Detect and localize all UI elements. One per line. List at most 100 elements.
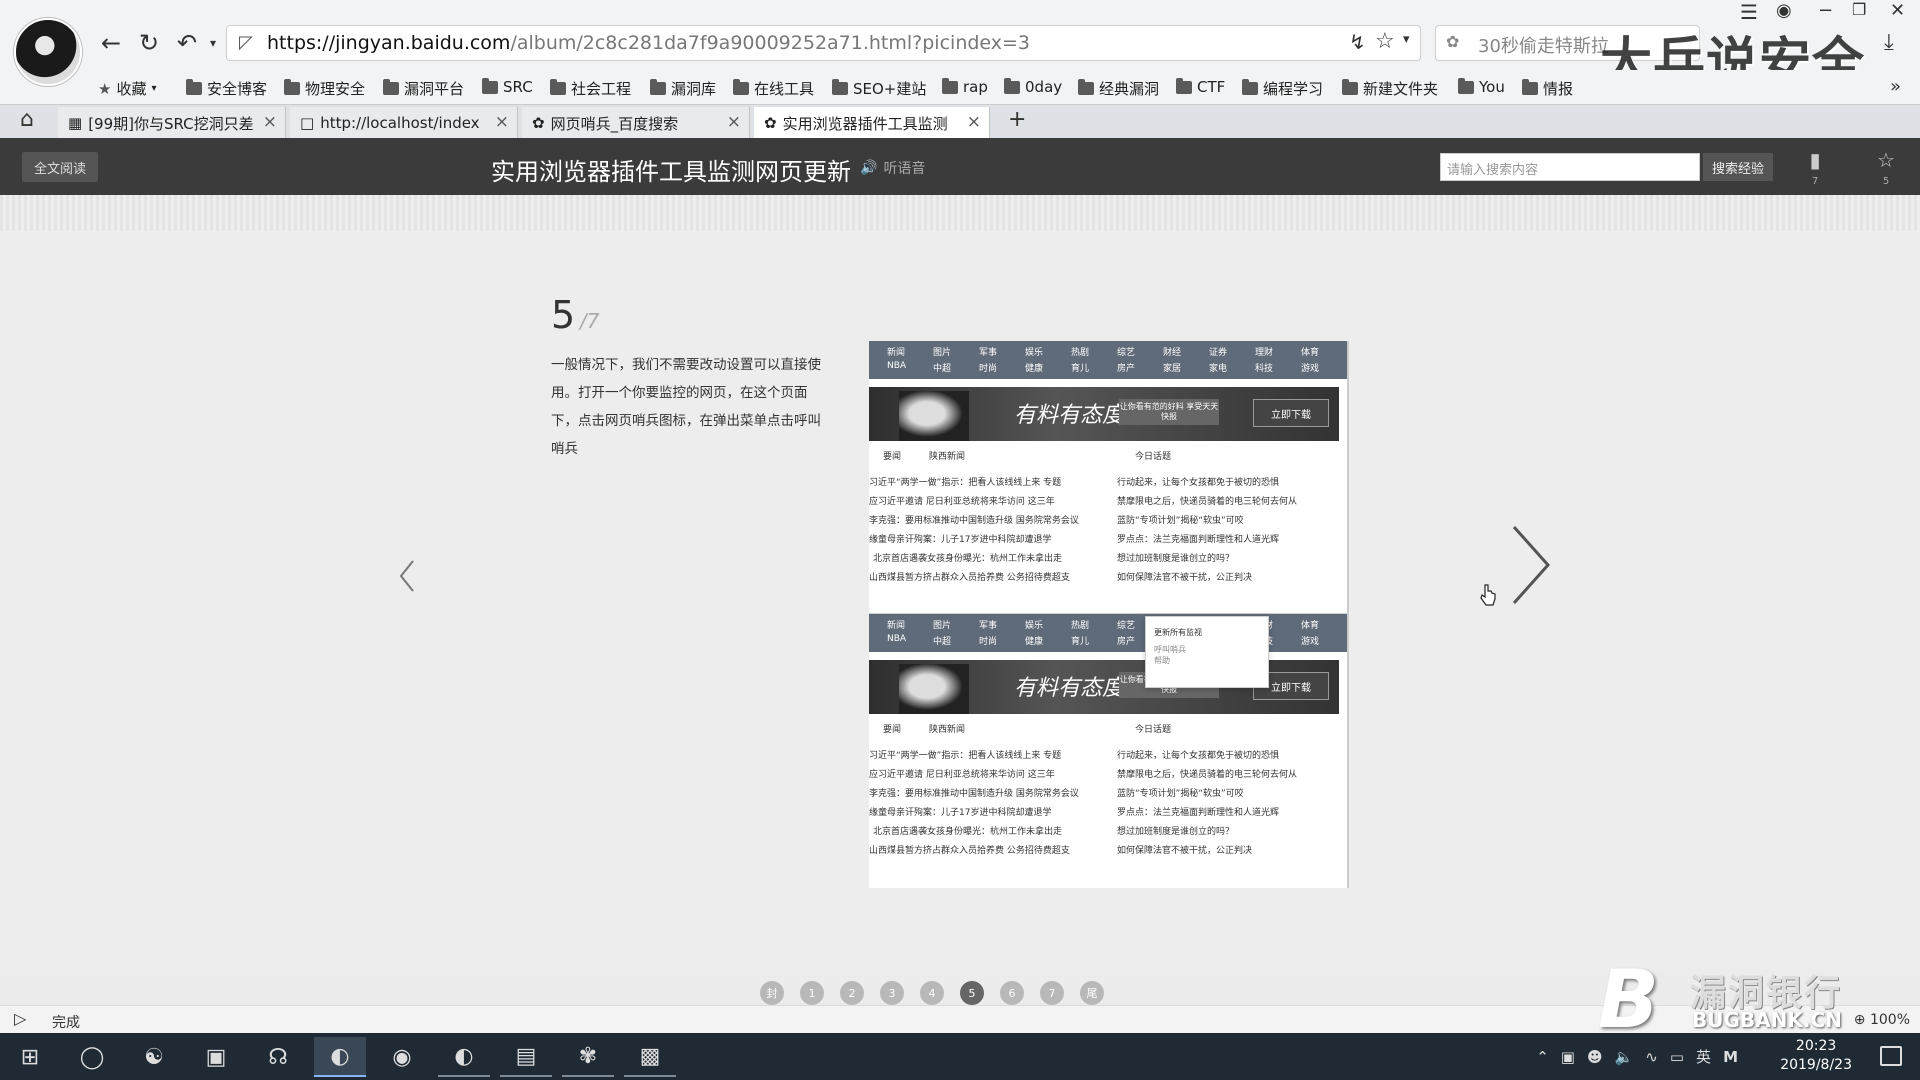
close-icon[interactable]: × (727, 112, 741, 132)
bookmark-item[interactable]: You (1458, 77, 1505, 96)
minimize-icon[interactable]: − (1818, 0, 1833, 21)
portal-nav-item: 中超 (933, 637, 952, 647)
menu-icon[interactable]: ☰ (1740, 0, 1758, 24)
portal-nav-item: 科技 (1255, 364, 1274, 374)
battery-icon[interactable]: ▭ (1670, 1048, 1684, 1066)
portal-nav-item: 健康 (1025, 637, 1044, 647)
download-icon[interactable]: ⤓ (1884, 30, 1894, 55)
bookmark-item[interactable]: 在线工具 (733, 78, 814, 99)
banner-cta: 让你看有范的好料 享受天天快报 (1119, 399, 1219, 425)
news-tab: 今日话题 (1135, 452, 1172, 462)
bookmark-item[interactable]: 经典漏洞 (1078, 78, 1159, 99)
pager-first[interactable]: 封 (760, 981, 784, 1005)
new-tab-icon[interactable]: + (1008, 107, 1026, 132)
pager-page[interactable]: 7 (1040, 981, 1064, 1005)
remote-desktop-icon[interactable]: ▣ (190, 1037, 242, 1077)
pager-page[interactable]: 2 (840, 981, 864, 1005)
pager-page-current[interactable]: 5 (960, 981, 984, 1005)
bookmark-item[interactable]: 新建文件夹 (1342, 78, 1438, 99)
news-item: 禁摩限电之后，快递员骑着的电三轮何去何从 (1117, 770, 1298, 780)
netease-music-icon[interactable]: ◉ (376, 1037, 428, 1077)
app-icon-circle[interactable]: ◐ (438, 1037, 490, 1077)
tab-jingyan[interactable]: ✿ 实用浏览器插件工具监测 × (754, 107, 990, 139)
wifi-icon[interactable]: ∿ (1645, 1048, 1658, 1066)
bookmark-item[interactable]: 0day (1004, 77, 1062, 96)
refresh-icon[interactable]: ↻ (134, 28, 164, 58)
close-window-icon[interactable]: ✕ (1890, 0, 1905, 21)
lightning-icon[interactable]: ↯ (1349, 30, 1366, 54)
more-bookmarks-icon[interactable]: » (1890, 76, 1901, 97)
chevron-left-icon[interactable] (397, 559, 417, 593)
vote-icon[interactable]: ▮ (1800, 148, 1830, 172)
windows-start-icon[interactable]: ⊞ (4, 1037, 56, 1077)
browser-app-icon[interactable]: ◐ (314, 1037, 366, 1077)
network-app-icon[interactable]: ▣ (1561, 1048, 1575, 1066)
pager-last[interactable]: 尾 (1080, 981, 1104, 1005)
chevron-up-icon[interactable]: ⌃ (1536, 1048, 1549, 1066)
bookmark-item[interactable]: SEO+建站 (832, 78, 926, 99)
fullread-button[interactable]: 全文阅读 (22, 152, 98, 182)
step-screenshot: 新闻 图片 军事 娱乐 热剧 综艺 财经 证券 理财 体育 NBA 中超 时尚 健康 育儿 房产 家居 家电 科技游… (869, 341, 1349, 888)
news-item: 缘童母亲讦殉案：儿子17岁进中科院却遭退学 (869, 535, 1052, 545)
close-icon[interactable]: × (967, 112, 981, 132)
tab-localhost[interactable]: □ http://localhost/index × (290, 107, 518, 139)
bookmark-item[interactable]: 漏洞平台 (383, 78, 464, 99)
search-button[interactable]: 搜索经验 (1703, 153, 1773, 181)
dropdown-icon[interactable]: ▾ (198, 28, 228, 58)
search-icon[interactable]: ◯ (66, 1037, 118, 1077)
tab-src[interactable]: ▦ [99期]你与SRC挖洞只差 × (58, 107, 286, 139)
pager-page[interactable]: 1 (800, 981, 824, 1005)
bookmark-item[interactable]: 编程学习 (1242, 78, 1323, 99)
pager-page[interactable]: 4 (920, 981, 944, 1005)
close-icon[interactable]: × (495, 112, 509, 132)
bookmark-item[interactable]: 情报 (1522, 78, 1573, 99)
ime-indicator[interactable]: 英 (1696, 1046, 1711, 1067)
ime-mode-icon[interactable]: M (1723, 1048, 1738, 1066)
bookmark-item[interactable]: 物理安全 (284, 78, 365, 99)
news-item: 山西煤县暂方挤占群众入员拾养费 公务招待费超支 (869, 573, 1070, 583)
user-tray-icon[interactable]: ☻ (1587, 1048, 1603, 1066)
pager-page[interactable]: 6 (1000, 981, 1024, 1005)
dropdown-arrow-icon[interactable]: ▾ (1403, 32, 1410, 47)
back-icon[interactable]: ← (96, 28, 126, 58)
favorite-icon[interactable]: ☆ (1871, 148, 1901, 172)
bookmark-item[interactable]: SRC (482, 77, 533, 96)
bookmark-item[interactable]: ★ 收藏 ▾ (98, 78, 157, 99)
listen-button[interactable]: 🔊 听语音 (860, 158, 925, 178)
search-input[interactable]: 请输入搜索内容 (1440, 153, 1700, 181)
skin-icon[interactable]: ◉ (1776, 0, 1792, 21)
news-item: 缘童母亲讦殉案：儿子17岁进中科院却遭退学 (869, 808, 1052, 818)
tab-baidu-search[interactable]: ✿ 网页哨兵_百度搜索 × (522, 107, 750, 139)
bookmark-item[interactable]: 漏洞库 (650, 78, 716, 99)
home-icon[interactable]: ⌂ (20, 107, 34, 132)
news-tab: 今日话题 (1135, 725, 1172, 735)
restore-icon[interactable]: ❐ (1852, 0, 1866, 19)
pycharm-icon[interactable]: ▩ (624, 1037, 676, 1077)
nas-app-icon[interactable]: ☯ (128, 1037, 180, 1077)
address-bar[interactable]: ◸ https://jingyan.baidu.com/album/2c8c28… (226, 25, 1421, 61)
star-icon[interactable]: ☆ (1375, 29, 1395, 54)
bookmark-label: 在线工具 (754, 80, 815, 98)
chevron-right-icon[interactable] (1510, 523, 1554, 607)
clock-time: 20:23 (1795, 1038, 1837, 1054)
bookmark-item[interactable]: 安全博客 (186, 78, 267, 99)
chat-app-icon[interactable]: ▤ (500, 1037, 552, 1077)
volume-icon[interactable]: 🔈 (1615, 1048, 1634, 1066)
bird-app-icon[interactable]: ✾ (562, 1037, 614, 1077)
url-path: /album/2c8c281da7f9a90009252a71.html?pic… (510, 32, 1031, 54)
portal-nav-item: 军事 (979, 621, 998, 631)
headset-icon[interactable]: ☊ (252, 1037, 304, 1077)
portal-nav-item: 证券 (1209, 348, 1228, 358)
user-avatar[interactable] (14, 18, 82, 86)
notification-icon[interactable] (1880, 1046, 1902, 1066)
bookmark-item[interactable]: rap (942, 77, 988, 96)
close-icon[interactable]: × (263, 112, 277, 132)
clock[interactable]: 20:23 2019/8/23 (1780, 1037, 1852, 1075)
pager-page[interactable]: 3 (880, 981, 904, 1005)
tab-title: http://localhost/index (320, 114, 480, 132)
bookmark-item[interactable]: 社会工程 (550, 78, 631, 99)
portal-nav-item: 军事 (979, 348, 998, 358)
bookmark-item[interactable]: CTF (1176, 77, 1226, 96)
bookmark-label: CTF (1197, 78, 1226, 96)
play-icon[interactable]: ▷ (14, 1009, 26, 1028)
